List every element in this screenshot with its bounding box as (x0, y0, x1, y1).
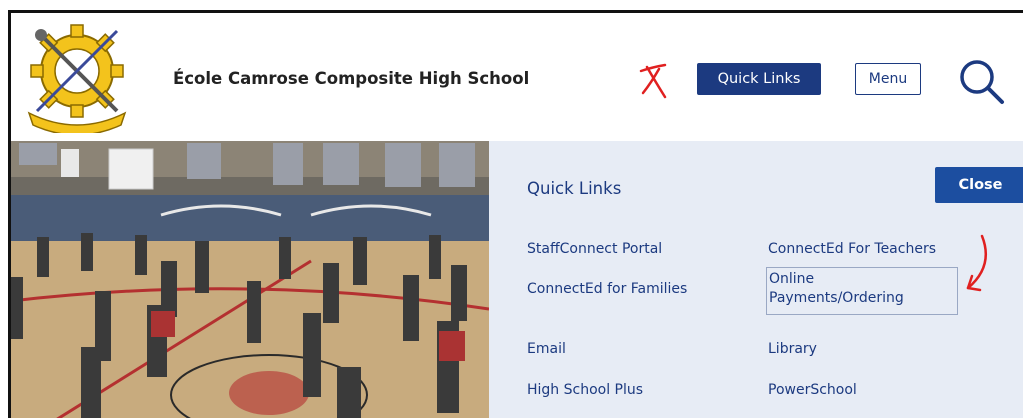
gym-staff-photo (11, 141, 489, 418)
search-icon[interactable] (957, 57, 1005, 105)
panel-title: Quick Links (527, 179, 622, 198)
link-connected-for-families[interactable]: ConnectEd for Families (527, 280, 687, 299)
link-library[interactable]: Library (768, 340, 817, 359)
link-powerschool[interactable]: PowerSchool (768, 381, 857, 400)
link-staffconnect-portal[interactable]: StaffConnect Portal (527, 240, 662, 259)
link-connected-for-teachers[interactable]: ConnectEd For Teachers (768, 240, 936, 259)
site-header: École Camrose Composite High School Quic… (11, 13, 1023, 141)
browser-viewport: École Camrose Composite High School Quic… (8, 10, 1023, 418)
link-email[interactable]: Email (527, 340, 566, 359)
link-high-school-plus[interactable]: High School Plus (527, 381, 643, 400)
quick-links-button[interactable]: Quick Links (697, 63, 821, 95)
school-logo-icon[interactable] (25, 21, 129, 133)
red-x-annotation-icon (639, 63, 667, 99)
close-button[interactable]: Close (935, 167, 1023, 203)
school-name[interactable]: École Camrose Composite High School (173, 69, 529, 88)
red-arrow-annotation-icon (966, 234, 987, 292)
link-online-payments-ordering[interactable]: Online Payments/Ordering (766, 267, 958, 315)
menu-button[interactable]: Menu (855, 63, 921, 95)
quick-links-panel: Quick Links Close StaffConnect Portal Co… (489, 141, 1023, 418)
